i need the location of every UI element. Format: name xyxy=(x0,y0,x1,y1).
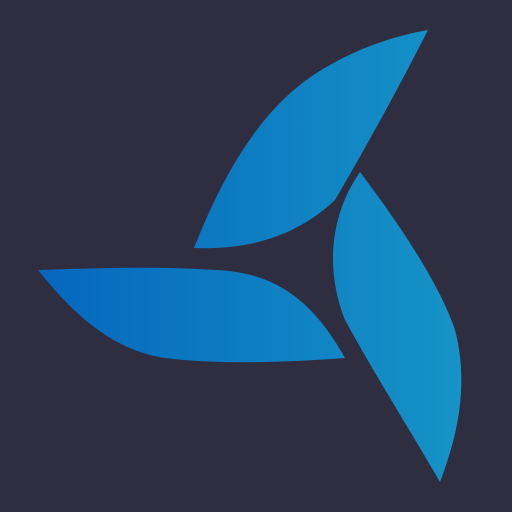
app-icon-canvas xyxy=(0,0,512,512)
logo-blade-left xyxy=(38,267,345,363)
logo-blade-right xyxy=(333,172,462,482)
logo-blade-top xyxy=(194,30,428,249)
pinwheel-logo-icon xyxy=(38,30,462,482)
